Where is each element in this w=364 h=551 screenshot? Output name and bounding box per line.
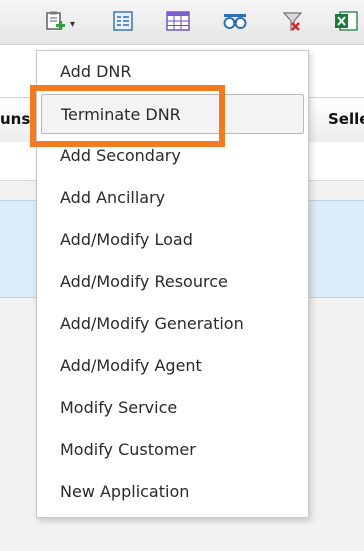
- chevron-down-icon[interactable]: ▾: [70, 20, 75, 30]
- column-header-seller[interactable]: Seller: [328, 110, 364, 128]
- form-view-icon[interactable]: [112, 10, 134, 32]
- excel-export-icon[interactable]: [334, 10, 358, 32]
- add-dropdown-menu: Add DNR Terminate DNR Add Secondary Add …: [36, 50, 309, 518]
- menu-item-terminate-dnr[interactable]: Terminate DNR: [41, 94, 304, 134]
- menu-item-add-modify-agent[interactable]: Add/Modify Agent: [37, 346, 308, 386]
- menu-item-add-modify-resource[interactable]: Add/Modify Resource: [37, 262, 308, 302]
- menu-item-modify-customer[interactable]: Modify Customer: [37, 430, 308, 470]
- menu-item-add-secondary[interactable]: Add Secondary: [37, 136, 308, 176]
- menu-item-add-dnr[interactable]: Add DNR: [37, 52, 308, 92]
- menu-item-add-ancillary[interactable]: Add Ancillary: [37, 178, 308, 218]
- menu-item-add-modify-generation[interactable]: Add/Modify Generation: [37, 304, 308, 344]
- binoculars-icon[interactable]: [222, 10, 247, 32]
- clipboard-add-icon[interactable]: [44, 10, 66, 32]
- menu-item-new-application[interactable]: New Application: [37, 472, 308, 512]
- grid-view-icon[interactable]: [166, 10, 190, 32]
- column-header-left[interactable]: uns: [0, 110, 30, 128]
- clear-filter-icon[interactable]: [282, 10, 304, 32]
- menu-item-add-modify-load[interactable]: Add/Modify Load: [37, 220, 308, 260]
- menu-item-modify-service[interactable]: Modify Service: [37, 388, 308, 428]
- toolbar: ▾: [0, 0, 364, 45]
